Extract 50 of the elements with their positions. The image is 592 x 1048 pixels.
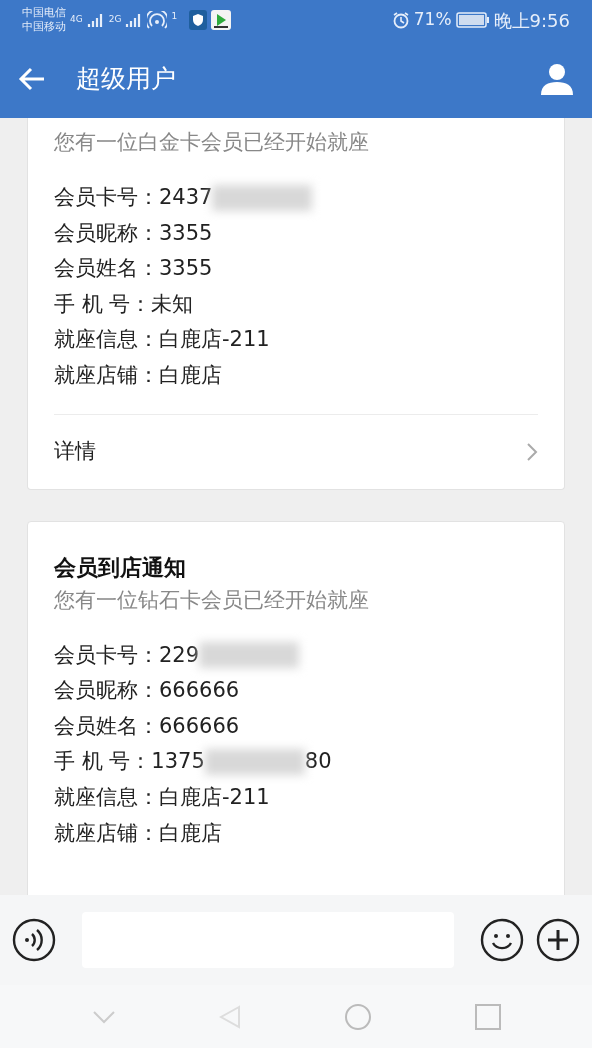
field-value: 白鹿店-211: [159, 326, 270, 354]
signal-icon: [86, 12, 105, 28]
field-value: 白鹿店: [159, 819, 222, 847]
field-value: 229: [159, 641, 200, 669]
field-value: 666666: [159, 677, 240, 705]
emoji-icon[interactable]: [480, 918, 524, 962]
message-title: 会员到店通知: [54, 553, 187, 582]
carrier-name: 中国电信: [22, 6, 66, 20]
message-subtitle: 您有一位钻石卡会员已经开始就座: [54, 586, 370, 614]
chevron-right-icon: [526, 441, 538, 462]
field-value: 80: [304, 748, 332, 776]
message-subtitle: 您有一位白金卡会员已经开始就座: [54, 129, 370, 156]
back-arrow-icon[interactable]: [18, 67, 46, 91]
field-value: 2437: [159, 184, 213, 212]
network-type: 4G: [70, 13, 83, 27]
battery-percent: 71%: [413, 8, 452, 32]
page-title: 超级用户: [76, 63, 176, 96]
field-value: 未知: [151, 290, 194, 318]
details-link[interactable]: 详情: [54, 413, 538, 489]
field-label: 就座店铺：: [54, 819, 159, 847]
video-app-icon: [211, 10, 232, 30]
network-type: 2G: [108, 13, 122, 27]
field-label: 会员卡号：: [54, 641, 159, 669]
clock-time: 晚上9:56: [493, 8, 570, 33]
field-label: 会员卡号：: [54, 184, 159, 212]
hotspot-icon: [147, 11, 168, 29]
field-value: 3355: [159, 255, 213, 283]
shield-app-icon: [189, 10, 208, 30]
field-label: 手 机 号：: [54, 290, 152, 318]
field-label: 就座信息：: [54, 784, 159, 811]
plus-icon[interactable]: [536, 918, 580, 962]
alarm-icon: [391, 11, 410, 29]
field-label: 会员姓名：: [54, 712, 159, 740]
field-value: 白鹿店: [159, 362, 222, 389]
field-value: 666666: [159, 712, 240, 740]
voice-icon[interactable]: [12, 918, 56, 962]
field-label: 会员昵称：: [54, 219, 159, 247]
field-label: 就座店铺：: [54, 362, 159, 389]
field-label: 会员姓名：: [54, 255, 159, 283]
field-value: 1375: [151, 748, 205, 776]
field-value: 白鹿店-211: [159, 784, 270, 811]
carrier-name: 中国移动: [22, 20, 66, 34]
hotspot-count: 1: [171, 10, 178, 23]
field-label: 就座信息：: [54, 326, 159, 354]
field-value: 3355: [159, 219, 213, 247]
battery-icon: [455, 12, 490, 28]
field-label: 会员昵称：: [54, 677, 159, 705]
field-label: 手 机 号：: [54, 748, 152, 776]
user-icon[interactable]: [540, 63, 574, 95]
link-label: 详情: [54, 437, 96, 465]
